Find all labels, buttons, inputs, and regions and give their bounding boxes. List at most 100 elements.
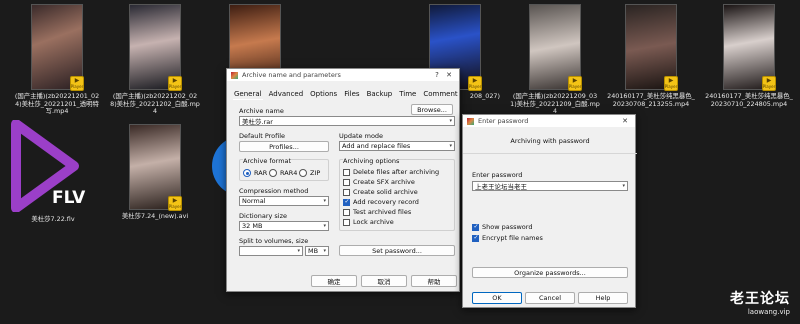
compression-method-value: Normal	[242, 197, 266, 205]
file-name: 240160177_美杜莎纯黑暴色_20230708_213255.mp4	[607, 92, 695, 108]
file-name: (国产主播)(zb20221201_024)美杜莎_20221201_透明特写.…	[14, 92, 100, 115]
password-dialog-titlebar: Enter password ✕	[463, 115, 635, 127]
archive-name-label: Archive name	[239, 107, 284, 115]
option-checkbox[interactable]: Delete files after archiving	[343, 168, 439, 176]
checkbox-icon	[343, 188, 350, 196]
tab-time[interactable]: Time	[398, 89, 417, 100]
video-thumbnail[interactable]: ▶ Player 240160177_美杜莎纯黑暴色_20230710_22480…	[704, 4, 794, 108]
option-checkbox[interactable]: Create solid archive	[343, 188, 418, 196]
chevron-down-icon: ▾	[323, 198, 326, 204]
cancel-button[interactable]: Cancel	[525, 292, 575, 304]
help-icon[interactable]: ?	[431, 71, 443, 79]
split-size-input[interactable]: ▾	[239, 246, 303, 256]
option-label: Test archived files	[353, 208, 412, 216]
archiving-with-password-label: Archiving with password	[510, 137, 590, 145]
video-preview-image: ▶ Player	[129, 124, 182, 211]
format-zip-radio[interactable]: ZIP	[299, 169, 320, 177]
checkbox-icon	[343, 178, 350, 186]
ok-button[interactable]: OK	[472, 292, 522, 304]
video-preview-image: ▶ Player	[625, 4, 678, 91]
video-thumbnail[interactable]: ▶ Player (国产主播)(zb20221202_028)美杜莎_202212…	[110, 4, 200, 116]
player-badge-icon: ▶ Player	[568, 76, 582, 91]
tab-advanced[interactable]: Advanced	[268, 89, 305, 100]
chevron-down-icon: ▾	[297, 248, 300, 254]
winrar-icon	[231, 71, 238, 79]
option-checkbox[interactable]: Test archived files	[343, 208, 411, 216]
archive-name-input[interactable]: 美杜莎.rar ▾	[239, 116, 455, 126]
video-preview-image: ▶ Player	[129, 4, 182, 91]
player-badge-icon: ▶ Player	[168, 196, 182, 211]
profiles-button[interactable]: Profiles...	[239, 141, 329, 152]
checkbox-checked-icon	[343, 198, 350, 206]
default-profile-label: Default Profile	[239, 132, 286, 140]
checkbox-icon	[343, 218, 350, 226]
site-watermark: 老王论坛 laowang.vip	[730, 288, 790, 316]
tab-options[interactable]: Options	[309, 89, 338, 100]
password-dialog: Enter password ✕ Archiving with password…	[462, 114, 637, 308]
option-checkbox[interactable]: Create SFX archive	[343, 178, 415, 186]
checkbox-icon	[343, 208, 350, 216]
format-rar-radio[interactable]: RAR	[243, 169, 267, 177]
close-icon[interactable]: ✕	[619, 117, 631, 125]
password-value: 上老王论坛当老王	[475, 183, 527, 191]
update-mode-label: Update mode	[339, 132, 384, 140]
password-input[interactable]: 上老王论坛当老王 ▾	[472, 181, 628, 191]
player-badge-icon: ▶ Player	[762, 76, 776, 91]
video-thumbnail[interactable]: ▶ Player 美杜莎7.24_(new).avi	[110, 124, 200, 221]
video-thumbnail[interactable]: ▶ Player (国产主播)(zb20221209_031)美杜莎_202212…	[510, 4, 600, 116]
video-thumbnail[interactable]: ▶ Player (国产主播)(zb20221201_024)美杜莎_202212…	[12, 4, 102, 116]
archive-dialog-titlebar: Archive name and parameters ? ✕	[227, 69, 459, 81]
chevron-down-icon: ▾	[449, 143, 452, 149]
option-label: Delete files after archiving	[353, 168, 440, 176]
dictionary-size-label: Dictionary size	[239, 212, 288, 220]
option-label: Lock archive	[353, 218, 394, 226]
chevron-down-icon: ▾	[323, 248, 326, 254]
split-unit-select[interactable]: MB ▾	[305, 246, 329, 256]
radio-icon	[299, 169, 307, 177]
video-thumbnail[interactable]: ▶ Player 240160177_美杜莎纯黑暴色_20230708_21325…	[606, 4, 696, 108]
radio-selected-icon	[243, 169, 251, 177]
help-button[interactable]: Help	[578, 292, 628, 304]
video-preview-image: ▶ Player	[529, 4, 582, 91]
checkbox-checked-icon	[472, 223, 479, 231]
checkbox-checked-icon	[472, 234, 479, 242]
help-button[interactable]: 帮助	[411, 275, 457, 287]
player-badge-icon: ▶ Player	[168, 76, 182, 91]
ok-button[interactable]: 确定	[311, 275, 357, 287]
tab-files[interactable]: Files	[343, 89, 360, 100]
encrypt-file-names-checkbox[interactable]: Encrypt file names	[472, 234, 543, 242]
dictionary-size-select[interactable]: 32 MB ▾	[239, 221, 329, 231]
compression-method-select[interactable]: Normal ▾	[239, 196, 329, 206]
dictionary-size-value: 32 MB	[242, 222, 263, 230]
archive-dialog-title: Archive name and parameters	[242, 71, 341, 79]
radio-icon	[269, 169, 277, 177]
file-name: 美杜莎7.24_(new).avi	[121, 212, 189, 220]
show-password-label: Show password	[482, 223, 533, 231]
encrypt-file-names-label: Encrypt file names	[482, 234, 543, 242]
flv-format-label: FLV	[52, 188, 86, 208]
video-preview-image: ▶ Player	[31, 4, 84, 91]
archive-format-label: Archive format	[243, 157, 292, 165]
format-rar4-radio[interactable]: RAR4	[269, 169, 297, 177]
option-checkbox[interactable]: Add recovery record	[343, 198, 419, 206]
option-label: Create solid archive	[353, 188, 418, 196]
tab-general[interactable]: General	[233, 89, 263, 100]
organize-passwords-button[interactable]: Organize passwords...	[472, 267, 628, 278]
cancel-button[interactable]: 取消	[361, 275, 407, 287]
file-name: 美杜莎7.22.flv	[31, 215, 75, 223]
close-icon[interactable]: ✕	[443, 71, 455, 79]
file-name: (国产主播)(zb20221209_031)美杜莎_20221209_白酸.mp…	[510, 92, 600, 115]
player-badge-icon: ▶ Player	[664, 76, 678, 91]
format-label: RAR	[254, 169, 268, 177]
set-password-button[interactable]: Set password...	[339, 245, 455, 256]
browse-button[interactable]: Browse...	[411, 104, 453, 115]
checkbox-icon	[343, 168, 350, 176]
tab-comment[interactable]: Comment	[422, 89, 458, 100]
file-name: (国产主播)(zb20221202_028)美杜莎_20221202_白酸.mp…	[110, 92, 200, 115]
option-checkbox[interactable]: Lock archive	[343, 218, 394, 226]
show-password-checkbox[interactable]: Show password	[472, 223, 532, 231]
update-mode-select[interactable]: Add and replace files ▾	[339, 141, 455, 151]
option-label: Add recovery record	[353, 198, 419, 206]
tab-backup[interactable]: Backup	[366, 89, 394, 100]
split-volumes-label: Split to volumes, size	[239, 237, 309, 245]
